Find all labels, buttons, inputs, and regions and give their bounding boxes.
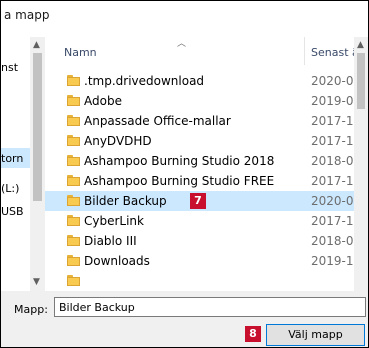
choose-folder-button[interactable]: Välj mapp bbox=[266, 324, 365, 346]
folder-icon bbox=[67, 195, 80, 206]
list-item[interactable]: .tmp.drivedownload 2020-02-17 bbox=[45, 71, 354, 91]
list-item[interactable]: Adobe 2019-03-26 bbox=[45, 91, 354, 111]
list-item[interactable]: Ashampoo Burning Studio 2018 2018-03-18 bbox=[45, 151, 354, 171]
nav-item-selected[interactable]: torn bbox=[1, 152, 23, 165]
nav-item[interactable]: nst bbox=[1, 61, 18, 74]
nav-item[interactable]: (L:) bbox=[1, 182, 19, 195]
column-divider[interactable] bbox=[304, 37, 305, 65]
item-name: Anpassade Office-mallar bbox=[84, 114, 231, 128]
step-badge: 7 bbox=[190, 193, 206, 209]
list-scroll-thumb[interactable] bbox=[357, 53, 365, 109]
folder-icon bbox=[67, 75, 80, 86]
list-scrollbar[interactable]: ▲ bbox=[354, 37, 368, 291]
scroll-up-icon[interactable]: ▲ bbox=[33, 40, 40, 50]
list-item[interactable]: CyberLink 2017-11-07 bbox=[45, 211, 354, 231]
item-name: AnyDVDHD bbox=[84, 134, 152, 148]
sort-up-icon: ︿ bbox=[177, 39, 187, 49]
item-date: 2017-11-07 bbox=[311, 114, 354, 128]
item-name: Adobe bbox=[84, 94, 122, 108]
item-name: Ashampoo Burning Studio FREE bbox=[84, 174, 275, 188]
scroll-up-icon[interactable]: ▲ bbox=[357, 40, 364, 50]
item-name: Downloads bbox=[84, 254, 150, 268]
item-date: 2018-02-13 bbox=[311, 234, 354, 248]
step-badge: 8 bbox=[245, 326, 261, 342]
item-name: CyberLink bbox=[84, 214, 144, 228]
folder-dialog: a mapp nst torn (L:) USB ▲ ▼ ︿ Namn Sena… bbox=[0, 0, 369, 348]
list-item[interactable]: Downloads 2019-11-03 bbox=[45, 251, 354, 271]
list-item[interactable]: Ashampoo Burning Studio FREE 2017-11-07 bbox=[45, 171, 354, 191]
folder-icon bbox=[67, 135, 80, 146]
item-name: .tmp.drivedownload bbox=[84, 74, 205, 88]
list-item[interactable] bbox=[45, 271, 354, 287]
folder-icon bbox=[67, 155, 80, 166]
folder-icon bbox=[67, 275, 80, 286]
item-date: 2017-11-07 bbox=[311, 134, 354, 148]
scroll-down-icon[interactable]: ▼ bbox=[33, 277, 40, 287]
window-title: a mapp bbox=[4, 8, 50, 22]
folder-icon bbox=[67, 115, 80, 126]
title-bar: a mapp bbox=[1, 1, 368, 32]
file-list: .tmp.drivedownload 2020-02-17 Adobe 2019… bbox=[45, 65, 354, 287]
list-item-selected[interactable]: Bilder Backup 7 2020-02-19 bbox=[45, 191, 354, 211]
item-name: Bilder Backup bbox=[84, 194, 167, 208]
list-item[interactable]: Anpassade Office-mallar 2017-11-07 bbox=[45, 111, 354, 131]
nav-scroll-thumb[interactable] bbox=[33, 53, 42, 201]
folder-icon bbox=[67, 95, 80, 106]
item-date: 2020-02-17 bbox=[311, 74, 354, 88]
list-item[interactable]: AnyDVDHD 2017-11-07 bbox=[45, 131, 354, 151]
nav-scrollbar[interactable]: ▲ ▼ bbox=[30, 37, 45, 291]
folder-icon bbox=[67, 235, 80, 246]
item-date: 2017-11-07 bbox=[311, 214, 354, 228]
column-header: ︿ Namn Senast änd bbox=[45, 37, 368, 65]
item-name: Ashampoo Burning Studio 2018 bbox=[84, 154, 275, 168]
folder-input[interactable] bbox=[54, 297, 366, 317]
list-item[interactable]: Diablo III 2018-02-13 bbox=[45, 231, 354, 251]
column-name[interactable]: Namn bbox=[64, 46, 97, 59]
folder-icon bbox=[67, 175, 80, 186]
item-date: 2017-11-07 bbox=[311, 174, 354, 188]
item-date: 2018-03-18 bbox=[311, 154, 354, 168]
folder-label: Mapp: bbox=[14, 303, 48, 316]
folder-icon bbox=[67, 215, 80, 226]
item-name: Diablo III bbox=[84, 234, 137, 248]
nav-item[interactable]: USB bbox=[1, 205, 24, 218]
item-date: 2020-02-19 bbox=[311, 194, 354, 208]
folder-icon bbox=[67, 255, 80, 266]
item-date: 2019-03-26 bbox=[311, 94, 354, 108]
item-date: 2019-11-03 bbox=[311, 254, 354, 268]
footer-panel: Mapp: 8 Välj mapp bbox=[1, 291, 368, 347]
